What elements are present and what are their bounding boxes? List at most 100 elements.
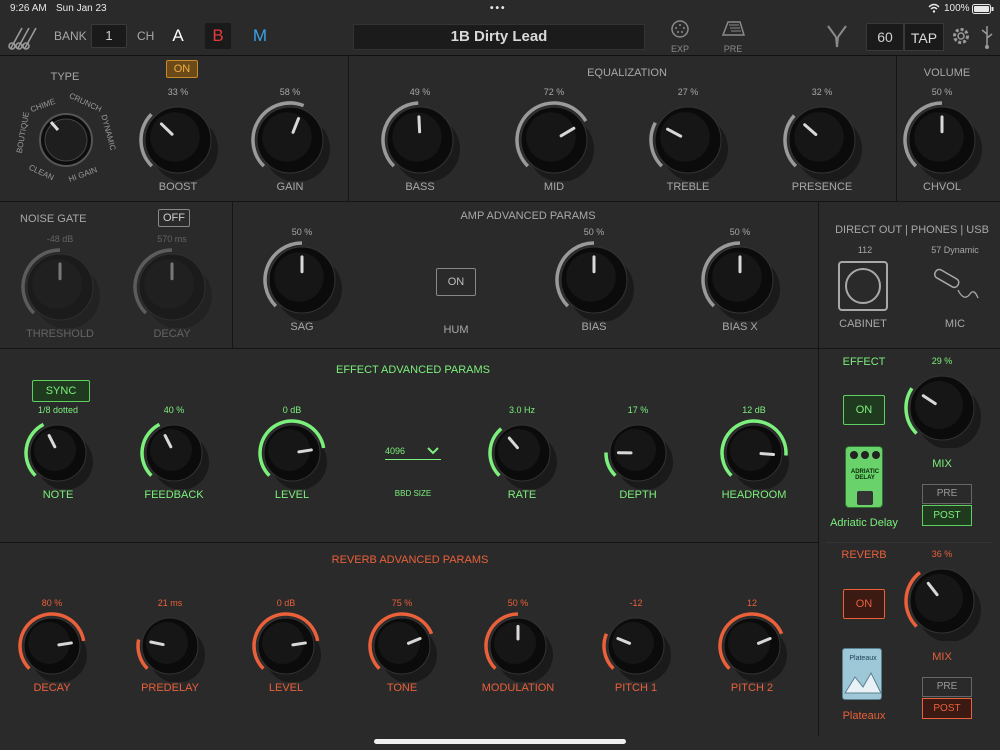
rv-level-label: LEVEL xyxy=(268,682,304,694)
headroom-pointer xyxy=(759,452,776,457)
multitask-dots[interactable]: ••• xyxy=(490,3,507,14)
tap-tempo-button[interactable]: TAP xyxy=(904,23,944,51)
chevron-down-icon xyxy=(427,443,439,461)
chvol-knob[interactable] xyxy=(901,99,983,182)
channel-m-button[interactable]: M xyxy=(247,23,273,49)
pre-button[interactable]: PRE xyxy=(718,19,748,54)
note-knob[interactable] xyxy=(22,417,94,490)
preset-name-display[interactable]: 1B Dirty Lead xyxy=(353,24,645,50)
reverb-on-toggle[interactable]: ON xyxy=(843,589,885,619)
bbd-size-select[interactable]: 4096 xyxy=(385,442,441,460)
boost-value: 33 % xyxy=(167,87,189,97)
tempo-display[interactable]: 60 xyxy=(866,23,904,51)
fx-level-label: LEVEL xyxy=(274,489,310,501)
home-indicator[interactable] xyxy=(374,739,626,744)
rv-level-knob[interactable] xyxy=(250,610,322,683)
fx-level-pointer xyxy=(297,448,313,454)
feedback-value: 40 % xyxy=(163,405,185,415)
effect-pre-button[interactable]: PRE xyxy=(922,484,972,504)
microphone-icon[interactable] xyxy=(930,268,980,313)
reverb-mix-knob[interactable] xyxy=(902,561,982,642)
volume-title: VOLUME xyxy=(923,67,971,79)
usb-icon[interactable] xyxy=(980,24,994,55)
boost-on-toggle[interactable]: ON xyxy=(166,60,198,78)
adriatic-delay-name: Adriatic Delay xyxy=(830,517,898,529)
headroom-label: HEADROOM xyxy=(721,489,787,501)
cabinet-button[interactable] xyxy=(838,261,888,311)
plateaux-pedal-icon[interactable]: Plateaux xyxy=(842,648,882,700)
top-bar: BANK 1 CH A B M 1B Dirty Lead EXP PRE 60… xyxy=(0,18,1000,56)
adriatic-delay-pedal-icon[interactable]: ADRIATIC DELAY xyxy=(845,446,883,508)
bass-value: 49 % xyxy=(409,87,431,97)
bias-label: BIAS xyxy=(581,321,607,333)
gain-value: 58 % xyxy=(279,87,301,97)
reverb-pre-button[interactable]: PRE xyxy=(922,677,972,697)
reverb-advanced-title: REVERB ADVANCED PARAMS xyxy=(331,554,489,566)
channel-b-button[interactable]: B xyxy=(205,23,231,49)
bias-knob[interactable] xyxy=(553,239,635,322)
mountains-icon xyxy=(844,671,882,694)
pitch1-knob[interactable] xyxy=(600,610,672,683)
fx-level-knob[interactable] xyxy=(256,417,328,490)
bank-selector[interactable]: 1 xyxy=(91,24,127,48)
rv-decay-knob[interactable] xyxy=(16,610,88,683)
tuner-fork-icon[interactable] xyxy=(824,23,850,54)
bbd-size-value: 4096 xyxy=(385,446,406,456)
ng-decay-knob[interactable] xyxy=(131,246,213,329)
rv-level-value: 0 dB xyxy=(276,598,296,608)
boost-label: BOOST xyxy=(158,181,198,193)
effect-mix-value: 29 % xyxy=(931,356,953,366)
channel-label: CH xyxy=(137,29,155,43)
channel-a-button[interactable]: A xyxy=(165,23,191,49)
rate-knob[interactable] xyxy=(486,417,558,490)
exp-pedal-button[interactable]: EXP xyxy=(666,19,694,54)
presence-value: 32 % xyxy=(811,87,833,97)
presence-knob[interactable] xyxy=(781,99,863,182)
threshold-label: THRESHOLD xyxy=(26,328,94,340)
reverb-title: REVERB xyxy=(841,549,887,561)
effect-mix-knob[interactable] xyxy=(902,368,982,449)
biasx-label: BIAS X xyxy=(722,321,758,333)
mid-knob[interactable] xyxy=(513,99,595,182)
sag-knob[interactable] xyxy=(261,239,343,322)
bias-value: 50 % xyxy=(583,227,605,237)
biasx-knob[interactable] xyxy=(699,239,781,322)
bank-label: BANK xyxy=(54,29,87,43)
headroom-knob[interactable] xyxy=(718,417,790,490)
guitars-logo-icon[interactable] xyxy=(8,22,42,55)
status-time: 9:26 AM xyxy=(10,3,47,14)
threshold-knob[interactable] xyxy=(19,246,101,329)
effect-on-toggle[interactable]: ON xyxy=(843,395,885,425)
pitch2-label: PITCH 2 xyxy=(730,682,774,694)
gain-knob[interactable] xyxy=(249,99,331,182)
cabinet-value: 112 xyxy=(857,245,873,255)
depth-value: 17 % xyxy=(627,405,649,415)
amp-type-title: TYPE xyxy=(50,71,80,83)
predelay-knob[interactable] xyxy=(134,610,206,683)
sync-button[interactable]: SYNC xyxy=(32,380,90,402)
effect-title: EFFECT xyxy=(842,356,886,368)
effect-post-button[interactable]: POST xyxy=(922,505,972,526)
feedback-knob[interactable] xyxy=(138,417,210,490)
bass-pointer xyxy=(417,115,422,134)
rate-label: RATE xyxy=(507,489,537,501)
tone-knob[interactable] xyxy=(366,610,438,683)
gain-label: GAIN xyxy=(276,181,304,193)
fx-level-value: 0 dB xyxy=(282,405,302,415)
gear-icon[interactable] xyxy=(950,25,972,52)
speaker-icon xyxy=(845,268,881,304)
pitch2-knob[interactable] xyxy=(716,610,788,683)
pedal-text-plateaux: Plateaux xyxy=(849,655,877,662)
hum-on-toggle[interactable]: ON xyxy=(436,268,476,296)
boost-knob[interactable] xyxy=(137,99,219,182)
treble-knob[interactable] xyxy=(647,99,729,182)
modulation-knob[interactable] xyxy=(482,610,554,683)
pre-label: PRE xyxy=(723,44,743,54)
noise-gate-off-toggle[interactable]: OFF xyxy=(158,209,190,227)
treble-value: 27 % xyxy=(677,87,699,97)
hum-label: HUM xyxy=(443,324,469,336)
bass-knob[interactable] xyxy=(379,99,461,182)
depth-knob[interactable] xyxy=(602,417,674,490)
reverb-post-button[interactable]: POST xyxy=(922,698,972,719)
amp-type-selector[interactable]: CHIME CRUNCH BOUTIQUE DYNAMIC CLEAN HI G… xyxy=(15,88,118,188)
